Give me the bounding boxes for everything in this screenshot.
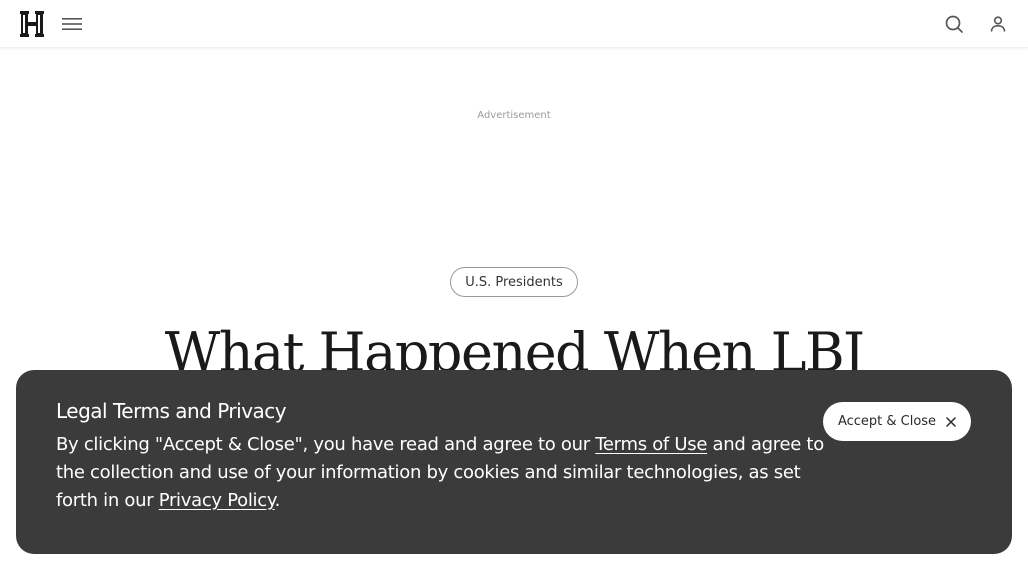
consent-title: Legal Terms and Privacy	[56, 399, 287, 423]
privacy-policy-link[interactable]: Privacy Policy	[159, 490, 275, 511]
consent-text-part1: By clicking "Accept & Close", you have r…	[56, 434, 596, 455]
accept-close-label: Accept & Close	[837, 414, 937, 429]
advertisement-label: Advertisement	[477, 110, 551, 121]
category-tag[interactable]: U.S. Presidents	[450, 267, 578, 297]
consent-text-part3: .	[274, 490, 281, 511]
accept-close-button[interactable]: Accept & Close	[823, 402, 971, 441]
close-icon	[946, 416, 956, 427]
consent-banner: Legal Terms and Privacy By clicking "Acc…	[16, 370, 1012, 554]
consent-body: By clicking "Accept & Close", you have r…	[56, 431, 826, 515]
logo-icon	[20, 11, 44, 37]
terms-of-use-link[interactable]: Terms of Use	[595, 434, 707, 455]
history-logo[interactable]	[20, 11, 44, 37]
search-icon[interactable]	[942, 12, 966, 36]
site-header	[0, 0, 1028, 48]
user-icon[interactable]	[986, 12, 1010, 36]
hamburger-menu-icon[interactable]	[60, 14, 84, 34]
